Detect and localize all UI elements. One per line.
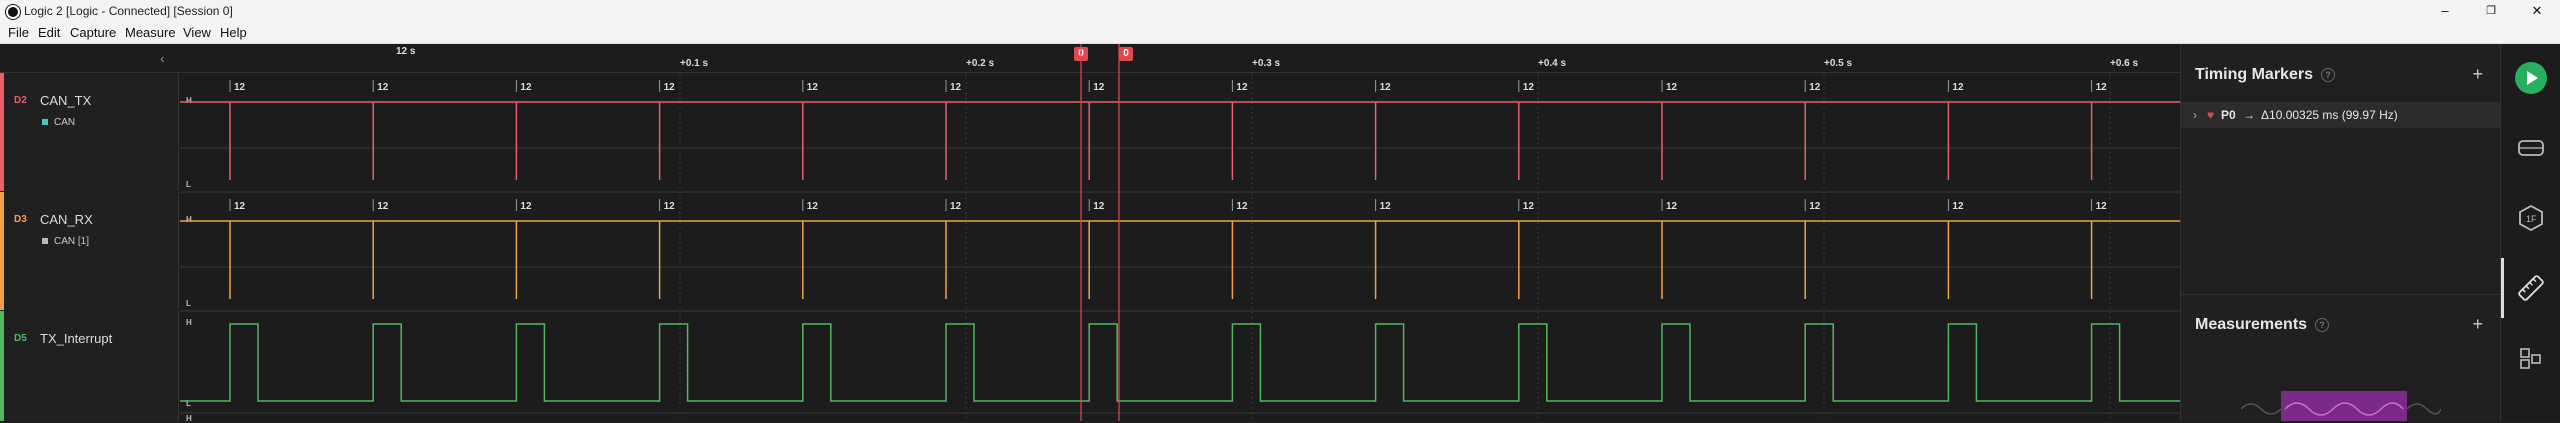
frame-label: 12: [2096, 201, 2108, 212]
menu-capture[interactable]: Capture: [70, 25, 116, 40]
frame-label: 12: [1523, 201, 1535, 212]
frame-label: 12: [950, 201, 962, 212]
frame-label: 12: [1809, 201, 1821, 212]
analyzers-icon[interactable]: [2515, 132, 2547, 164]
frame-label: 12: [807, 82, 819, 93]
expand-chevron-icon[interactable]: ›: [2193, 108, 2197, 122]
frame-label: 12: [520, 82, 532, 93]
signal-square-wave: [180, 323, 2180, 402]
app-logo-icon: [6, 5, 20, 19]
analyzer-color-icon: [42, 119, 48, 126]
waveform-canvas[interactable]: 12 12 12 12 12 12 12 12 12 12 12 12 12 12 12 12 12 12 12 12…: [180, 44, 2180, 421]
timing-panel: Timing Markers? + › ♥ P0 → Δ10.00325 ms …: [2180, 44, 2501, 421]
channel-name: TX_Interrupt: [40, 331, 113, 346]
frame-label: 12: [1380, 82, 1392, 93]
frame-label: 12: [1093, 82, 1105, 93]
analyzer-name: CAN: [54, 117, 76, 128]
frame-label: 12: [377, 82, 389, 93]
marker-delta-value: Δ10.00325 ms (99.97 Hz): [2261, 108, 2398, 122]
menu-measure[interactable]: Measure: [125, 25, 176, 40]
maximize-button[interactable]: ❐: [2468, 0, 2514, 22]
measurements-title: Measurements?: [2195, 316, 2330, 334]
frame-label: 12: [1236, 201, 1248, 212]
frame-label: 12: [234, 201, 246, 212]
heart-marker-icon: ♥: [2207, 108, 2215, 122]
help-icon[interactable]: ?: [2315, 317, 2330, 332]
extensions-icon[interactable]: 1F: [2515, 202, 2547, 234]
frame-label: 12: [1523, 82, 1535, 93]
measurement-illustration-icon: [2241, 391, 2441, 421]
analyzer-tag[interactable]: CAN [1]: [42, 236, 89, 247]
frame-label: 12: [1093, 201, 1105, 212]
frame-label: 12: [377, 201, 389, 212]
arrow-icon: →: [2243, 108, 2255, 122]
frame-label: 12: [1380, 201, 1392, 212]
menu-file[interactable]: File: [8, 25, 29, 40]
channel-name: CAN_TX: [40, 93, 92, 108]
channel-id: D3: [14, 214, 27, 225]
panel-divider: [2181, 294, 2501, 295]
channel-color-bar: [0, 73, 4, 191]
window-title: Logic 2 [Logic - Connected] [Session 0]: [24, 4, 233, 18]
frame-label: 12: [1952, 201, 1964, 212]
channel-name: CAN_RX: [40, 212, 93, 227]
timing-icon[interactable]: [2515, 272, 2547, 304]
active-tab-indicator: [2501, 258, 2504, 318]
menu-edit[interactable]: Edit: [38, 25, 60, 40]
timing-marker-row[interactable]: › ♥ P0 → Δ10.00325 ms (99.97 Hz): [2181, 102, 2501, 128]
help-icon[interactable]: ?: [2320, 67, 2335, 82]
svg-text:1F: 1F: [2526, 214, 2537, 224]
analyzer-name: CAN [1]: [54, 236, 90, 247]
frame-label: 12: [1666, 201, 1678, 212]
frame-label: 12: [1952, 82, 1964, 93]
frame-label: 12: [1236, 82, 1248, 93]
frame-label: 12: [1666, 82, 1678, 93]
title-bar: Logic 2 [Logic - Connected] [Session 0] …: [0, 0, 2560, 22]
frame-label: 12: [520, 201, 532, 212]
frame-label: 12: [807, 201, 819, 212]
channel-id: D2: [14, 95, 27, 106]
analyzer-color-icon: [42, 238, 48, 245]
frame-label: 12: [950, 82, 962, 93]
marker-name: P0: [2221, 108, 2236, 122]
frame-label: 12: [234, 82, 246, 93]
channel-color-bar: [0, 311, 4, 421]
channel-id: D5: [14, 333, 27, 344]
add-measurement-button[interactable]: +: [2472, 314, 2483, 335]
menu-view[interactable]: View: [183, 25, 211, 40]
frame-label: 12: [2096, 82, 2108, 93]
waveform-area[interactable]: ‹ 12 s +0.1 s +0.2 s +0.3 s +0.4 s +0.5 …: [0, 44, 2180, 423]
channel-color-bar: [0, 192, 4, 310]
channel-header-tx-interrupt[interactable]: D5 TX_Interrupt: [0, 311, 179, 421]
collapse-chevron-icon[interactable]: ‹: [160, 50, 165, 66]
analyzer-tag[interactable]: CAN: [42, 117, 75, 128]
frame-label: 12: [1809, 82, 1821, 93]
menu-help[interactable]: Help: [220, 25, 247, 40]
minimize-button[interactable]: –: [2422, 0, 2468, 22]
frame-label: 12: [664, 82, 676, 93]
layout-icon[interactable]: [2515, 342, 2547, 374]
menu-bar: File Edit Capture Measure View Help: [0, 22, 2560, 44]
right-sidebar: 1F: [2500, 44, 2560, 421]
close-button[interactable]: ✕: [2514, 0, 2560, 22]
play-icon[interactable]: [2515, 62, 2547, 94]
channel-header-can-tx[interactable]: D2 CAN_TX CAN: [0, 73, 179, 191]
channel-header-can-rx[interactable]: D3 CAN_RX CAN [1]: [0, 192, 179, 310]
timing-markers-title: Timing Markers?: [2195, 66, 2335, 84]
add-timing-marker-button[interactable]: +: [2472, 64, 2483, 85]
frame-label: 12: [664, 201, 676, 212]
